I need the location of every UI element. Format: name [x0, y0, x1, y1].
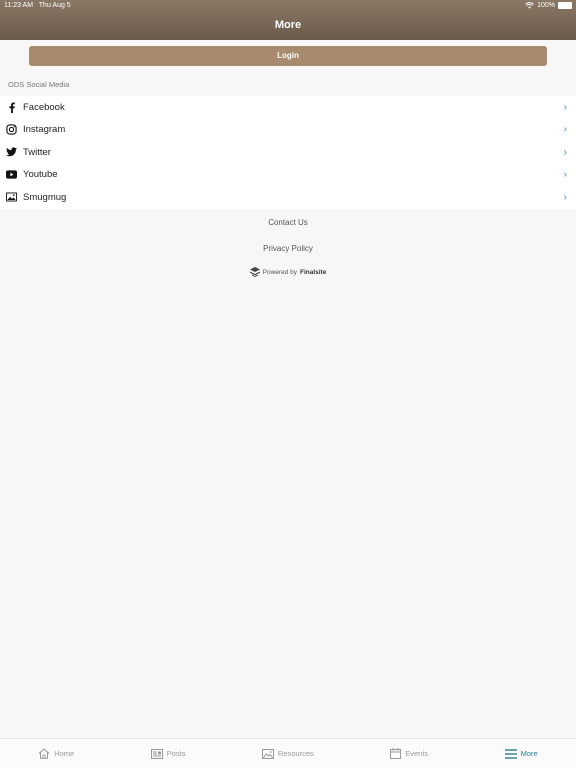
facebook-icon [6, 102, 17, 113]
tab-home[interactable]: Home [38, 748, 74, 759]
tab-label: Posts [166, 749, 186, 758]
home-icon [38, 748, 50, 759]
tab-label: Events [405, 749, 429, 758]
image-icon [261, 748, 274, 759]
powered-by-badge[interactable]: Powered by Finalsite [0, 267, 576, 277]
social-item-instagram[interactable]: Instagram › [0, 119, 576, 142]
header-bar: 11:23 AM Thu Aug 5 100% More [0, 0, 576, 40]
calendar-icon [390, 748, 402, 759]
chevron-right-icon: › [563, 146, 567, 158]
image-icon [6, 192, 17, 203]
status-date: Thu Aug 5 [38, 2, 71, 9]
page-title: More [274, 19, 302, 31]
twitter-icon [6, 147, 17, 158]
social-item-twitter[interactable]: Twitter › [0, 141, 576, 164]
wifi-icon [525, 2, 535, 9]
youtube-icon [6, 169, 17, 180]
chevron-right-icon: › [563, 124, 567, 136]
social-item-label: Instagram [23, 124, 66, 136]
social-media-list: Facebook › Instagram › Twitter › Youtube… [0, 96, 576, 209]
social-item-label: Smugmug [23, 191, 67, 203]
powered-by-brand: Finalsite [299, 268, 327, 276]
posts-icon [150, 748, 163, 759]
instagram-icon [6, 124, 17, 135]
social-item-facebook[interactable]: Facebook › [0, 96, 576, 119]
privacy-policy-link[interactable]: Privacy Policy [0, 244, 576, 253]
tab-label: Home [54, 749, 75, 758]
tab-resources[interactable]: Resources [261, 748, 314, 759]
social-item-label: Facebook [23, 101, 65, 113]
social-item-label: Youtube [23, 169, 58, 181]
status-indicators: 100% [525, 2, 572, 9]
login-button[interactable]: Login [29, 46, 547, 66]
battery-icon [558, 2, 572, 9]
finalsite-logo-icon [249, 267, 260, 277]
menu-icon [504, 748, 517, 759]
tab-label: More [520, 749, 538, 758]
chevron-right-icon: › [563, 169, 567, 181]
tab-bar: Home Posts Resources Events More [0, 738, 576, 768]
social-section-label: ODS Social Media [8, 80, 70, 89]
tab-events[interactable]: Events [390, 748, 428, 759]
status-time: 11:23 AM Thu Aug 5 [4, 2, 71, 9]
tab-posts[interactable]: Posts [150, 748, 186, 759]
chevron-right-icon: › [563, 191, 567, 203]
social-item-smugmug[interactable]: Smugmug › [0, 186, 576, 209]
powered-by-text: Powered by [262, 268, 297, 276]
tab-more[interactable]: More [504, 748, 538, 759]
social-item-label: Twitter [23, 146, 51, 158]
battery-percent: 100% [537, 2, 555, 9]
tab-label: Resources [277, 749, 314, 758]
status-clock: 11:23 AM [4, 2, 34, 9]
contact-us-link[interactable]: Contact Us [0, 218, 576, 227]
chevron-right-icon: › [563, 101, 567, 113]
social-item-youtube[interactable]: Youtube › [0, 164, 576, 187]
